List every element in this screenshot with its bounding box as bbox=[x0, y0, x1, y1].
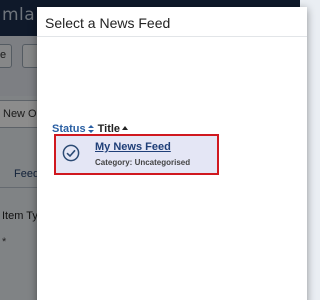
sort-icon bbox=[87, 125, 94, 133]
modal-header: Select a News Feed bbox=[37, 7, 307, 37]
published-check-icon[interactable] bbox=[62, 144, 80, 162]
caret-up-icon bbox=[122, 126, 129, 130]
select-feed-modal: Select a News Feed Status Title My News F… bbox=[37, 7, 307, 300]
modal-title: Select a News Feed bbox=[45, 15, 171, 31]
modal-body: Status Title My News Feed Category: Uncat… bbox=[37, 37, 307, 300]
feed-title-link[interactable]: My News Feed bbox=[95, 141, 171, 153]
table-row[interactable]: My News Feed Category: Uncategorised bbox=[54, 134, 219, 175]
feed-category: Category: Uncategorised bbox=[95, 158, 191, 167]
